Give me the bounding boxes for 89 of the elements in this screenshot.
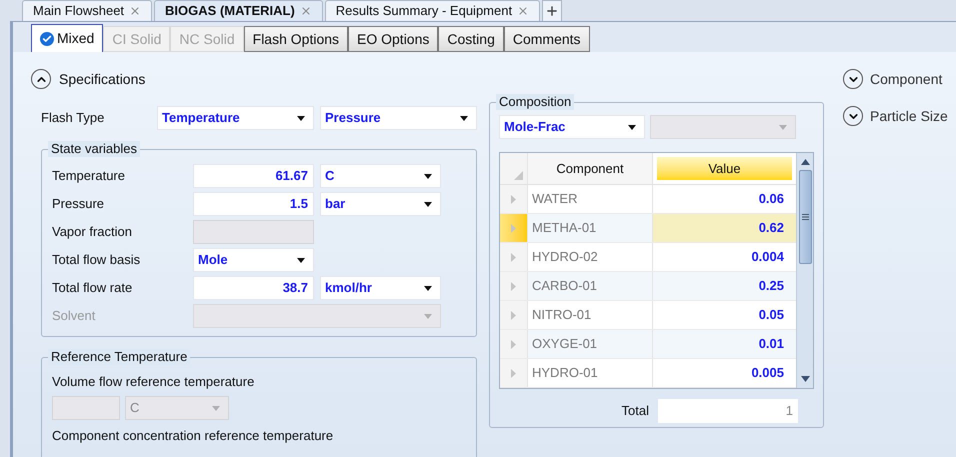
table-cell[interactable]: 0.004 — [653, 243, 796, 271]
expand-icon[interactable] — [843, 106, 863, 126]
new-tab-button[interactable] — [542, 0, 562, 21]
section-title: Specifications — [59, 70, 146, 89]
plus-icon — [545, 4, 560, 18]
table-cell: HYDRO-02 — [528, 243, 653, 271]
field-label: Volume flow reference temperature — [52, 373, 256, 391]
field-label: Pressure — [52, 195, 106, 214]
field-label: Flash Type — [41, 109, 106, 128]
section-title: Component — [870, 70, 942, 89]
section-title: Particle Size — [870, 106, 948, 126]
row-selector[interactable] — [500, 359, 528, 387]
form-tab[interactable]: EO Options — [348, 26, 438, 52]
number-field[interactable]: 1.5 — [193, 192, 314, 216]
table-cell: CARBO-01 — [528, 272, 653, 300]
row-selector[interactable] — [500, 185, 528, 213]
expand-icon[interactable] — [843, 69, 863, 89]
table-cell[interactable]: 0.05 — [653, 301, 796, 329]
total-field: 1 — [658, 399, 798, 423]
dropdown-caret-icon — [212, 406, 220, 410]
table-cell: NITRO-01 — [528, 301, 653, 329]
scrollbar[interactable] — [796, 153, 813, 388]
row-arrow-icon — [511, 340, 516, 348]
table-cell: HYDRO-01 — [528, 359, 653, 387]
unit-dropdown[interactable]: C — [320, 164, 441, 188]
dropdown-caret-icon — [424, 286, 432, 290]
row-selector[interactable] — [500, 243, 528, 271]
unit-dropdown[interactable]: kmol/hr — [320, 276, 441, 300]
row-arrow-icon — [511, 368, 516, 378]
corner-icon — [514, 171, 523, 180]
form-tab[interactable]: Flash Options — [244, 26, 348, 52]
form-tab[interactable]: Comments — [504, 26, 590, 52]
field-label: Component concentration reference temperature — [52, 427, 334, 445]
grip-icon — [802, 214, 808, 220]
dropdown-caret-icon — [297, 116, 305, 120]
total-label: Total — [622, 402, 649, 420]
row-arrow-icon — [511, 282, 516, 290]
field-label: Total flow rate — [52, 279, 134, 298]
dropdown-caret-icon — [460, 116, 468, 120]
scroll-up-icon[interactable] — [800, 159, 810, 165]
row-arrow-icon — [511, 224, 516, 232]
component-dropdown[interactable] — [650, 115, 796, 139]
dropdown-caret-icon — [779, 124, 787, 130]
row-selector[interactable] — [500, 330, 528, 358]
table-cell[interactable]: 0.25 — [653, 272, 796, 300]
flash-type-dropdown[interactable]: Pressure — [320, 106, 477, 130]
check-icon — [40, 32, 54, 46]
group-title: Composition — [496, 94, 574, 110]
close-icon[interactable] — [129, 5, 142, 17]
dropdown-caret-icon — [628, 124, 636, 130]
table-cell[interactable]: 0.62 — [653, 214, 796, 242]
dropdown-caret-icon — [424, 314, 432, 318]
basis-dropdown[interactable]: Mole-Frac — [499, 115, 645, 139]
group-title: Reference Temperature — [48, 349, 190, 365]
table-cell[interactable]: 0.005 — [653, 359, 796, 387]
group-title: State variables — [48, 141, 140, 157]
row-selector[interactable] — [500, 272, 528, 300]
field-label: Total flow basis — [52, 251, 142, 270]
table-cell: WATER — [528, 185, 653, 213]
dropdown-caret-icon — [424, 202, 432, 206]
form-tab[interactable]: Mixed — [31, 24, 104, 52]
row-arrow-icon — [511, 310, 516, 320]
basis-dropdown[interactable]: Mole — [193, 248, 314, 272]
row-arrow-icon — [511, 194, 516, 204]
number-field[interactable]: 38.7 — [193, 276, 314, 300]
unit-dropdown[interactable]: bar — [320, 192, 441, 216]
dropdown-caret-icon — [297, 258, 305, 262]
close-icon[interactable] — [517, 5, 530, 17]
row-selector[interactable] — [500, 214, 528, 242]
document-tab[interactable]: Main Flowsheet — [22, 0, 152, 21]
table-cell[interactable]: 0.06 — [653, 185, 796, 213]
field-label: Vapor fraction — [52, 223, 133, 242]
collapse-icon[interactable] — [31, 69, 51, 89]
document-tab[interactable]: Results Summary - Equipment — [324, 0, 540, 21]
table-cell: OXYGE-01 — [528, 330, 653, 358]
table-cell[interactable]: 0.01 — [653, 330, 796, 358]
row-selector[interactable] — [500, 301, 528, 329]
field-label: Temperature — [52, 167, 126, 186]
form-tab[interactable]: Costing — [438, 26, 504, 52]
dropdown-caret-icon — [424, 174, 432, 178]
row-arrow-icon — [511, 252, 516, 262]
flash-type-dropdown[interactable]: Temperature — [157, 106, 314, 130]
scroll-down-icon[interactable] — [800, 376, 810, 382]
close-icon[interactable] — [300, 5, 312, 17]
document-tab[interactable]: BIOGAS (MATERIAL) — [154, 0, 323, 21]
column-header[interactable]: Value — [657, 157, 792, 180]
field-label: Solvent — [52, 307, 96, 326]
column-header[interactable]: Component — [528, 153, 653, 184]
number-field[interactable]: 61.67 — [193, 164, 314, 188]
